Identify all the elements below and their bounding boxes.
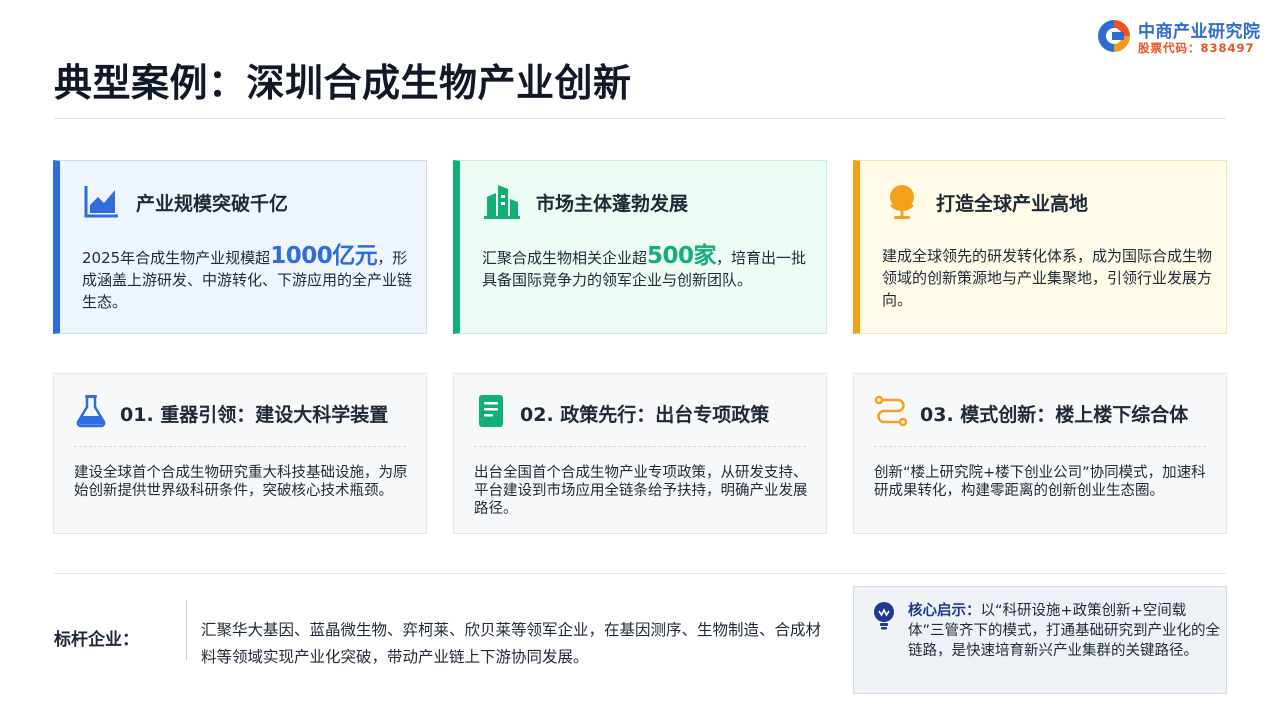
stat-title: 市场主体蓬勃发展: [536, 193, 689, 215]
stat-text: 建成全球领先的研发转化体系，成为国际合成生物领域的创新策源地与产业集聚地，引领行…: [882, 247, 1213, 309]
measure-divider: [74, 446, 406, 447]
logo-name: 中商产业研究院: [1138, 22, 1261, 42]
insight-label: 核心启示：: [908, 603, 981, 619]
globe-icon: [890, 185, 914, 219]
measure-divider: [474, 446, 806, 447]
measure-text: 建设全球首个合成生物研究重大科技基础设施，为原始创新提供世界级科研条件，突破核心…: [74, 465, 408, 499]
buildings-icon: [484, 185, 520, 219]
stat-card-companies: 市场主体蓬勃发展 汇聚合成生物相关企业超500家，培育出一批具备国际竞争力的领军…: [453, 160, 827, 334]
measure-card-policy: 02. 政策先行：出台专项政策 出台全国首个合成生物产业专项政策，从研发支持、平…: [453, 373, 827, 534]
measure-text: 创新“楼上研究院+楼下创业公司”协同模式，加速科研成果转化，构建零距离的创新创业…: [874, 465, 1206, 499]
measure-card-facility: 01. 重器引领：建设大科学装置 建设全球首个合成生物研究重大科技基础设施，为原…: [53, 373, 427, 534]
stat-card-global: 打造全球产业高地 建成全球领先的研发转化体系，成为国际合成生物领域的创新策源地与…: [853, 160, 1227, 334]
stat-highlight: 1000亿元: [270, 243, 378, 269]
logo-mark-icon: [1098, 20, 1130, 52]
measure-title: 03. 模式创新：楼上楼下综合体: [920, 404, 1189, 426]
measure-title: 02. 政策先行：出台专项政策: [520, 404, 770, 426]
insight-box: 核心启示：以“科研设施+政策创新+空间载体”三管齐下的模式，打通基础研究到产业化…: [853, 586, 1227, 694]
bottom-divider: [54, 573, 1226, 574]
lightbulb-icon: [874, 602, 894, 630]
measure-text: 出台全国首个合成生物产业专项政策，从研发支持、平台建设到市场应用全链条给予扶持，…: [474, 465, 808, 517]
flask-icon: [76, 395, 106, 428]
benchmark-separator: [186, 600, 187, 660]
page-title: 典型案例：深圳合成生物产业创新: [54, 61, 632, 105]
stat-highlight: 500家: [647, 243, 717, 269]
stock-code: 股票代码：838497: [1138, 41, 1255, 55]
insight-text: 核心启示：以“科研设施+政策创新+空间载体”三管齐下的模式，打通基础研究到产业化…: [908, 601, 1220, 661]
company-logo: 中商产业研究院 股票代码：838497: [1096, 16, 1280, 60]
stat-title: 打造全球产业高地: [936, 193, 1089, 215]
area-chart-icon: [84, 186, 118, 218]
route-icon: [874, 395, 908, 427]
benchmark-text: 汇聚华大基因、蓝晶微生物、弈柯莱、欣贝莱等领军企业，在基因测序、生物制造、合成材…: [201, 621, 822, 666]
stat-text-lead: 汇聚合成生物相关企业超: [482, 249, 648, 267]
stat-title: 产业规模突破千亿: [136, 193, 289, 215]
stat-text: 汇聚合成生物相关企业超500家，培育出一批具备国际竞争力的领军企业与创新团队。: [482, 245, 818, 291]
measure-title: 01. 重器引领：建设大科学装置: [120, 404, 389, 426]
stat-text: 2025年合成生物产业规模超1000亿元，形成涵盖上游研发、中游转化、下游应用的…: [82, 245, 418, 313]
title-divider: [54, 118, 1226, 119]
document-icon: [479, 395, 503, 427]
measure-divider: [874, 446, 1206, 447]
measure-card-model: 03. 模式创新：楼上楼下综合体 创新“楼上研究院+楼下创业公司”协同模式，加速…: [853, 373, 1227, 534]
benchmark-label: 标杆企业：: [54, 630, 139, 650]
stat-text-lead: 2025年合成生物产业规模超: [82, 249, 271, 267]
stat-card-scale: 产业规模突破千亿 2025年合成生物产业规模超1000亿元，形成涵盖上游研发、中…: [53, 160, 427, 334]
